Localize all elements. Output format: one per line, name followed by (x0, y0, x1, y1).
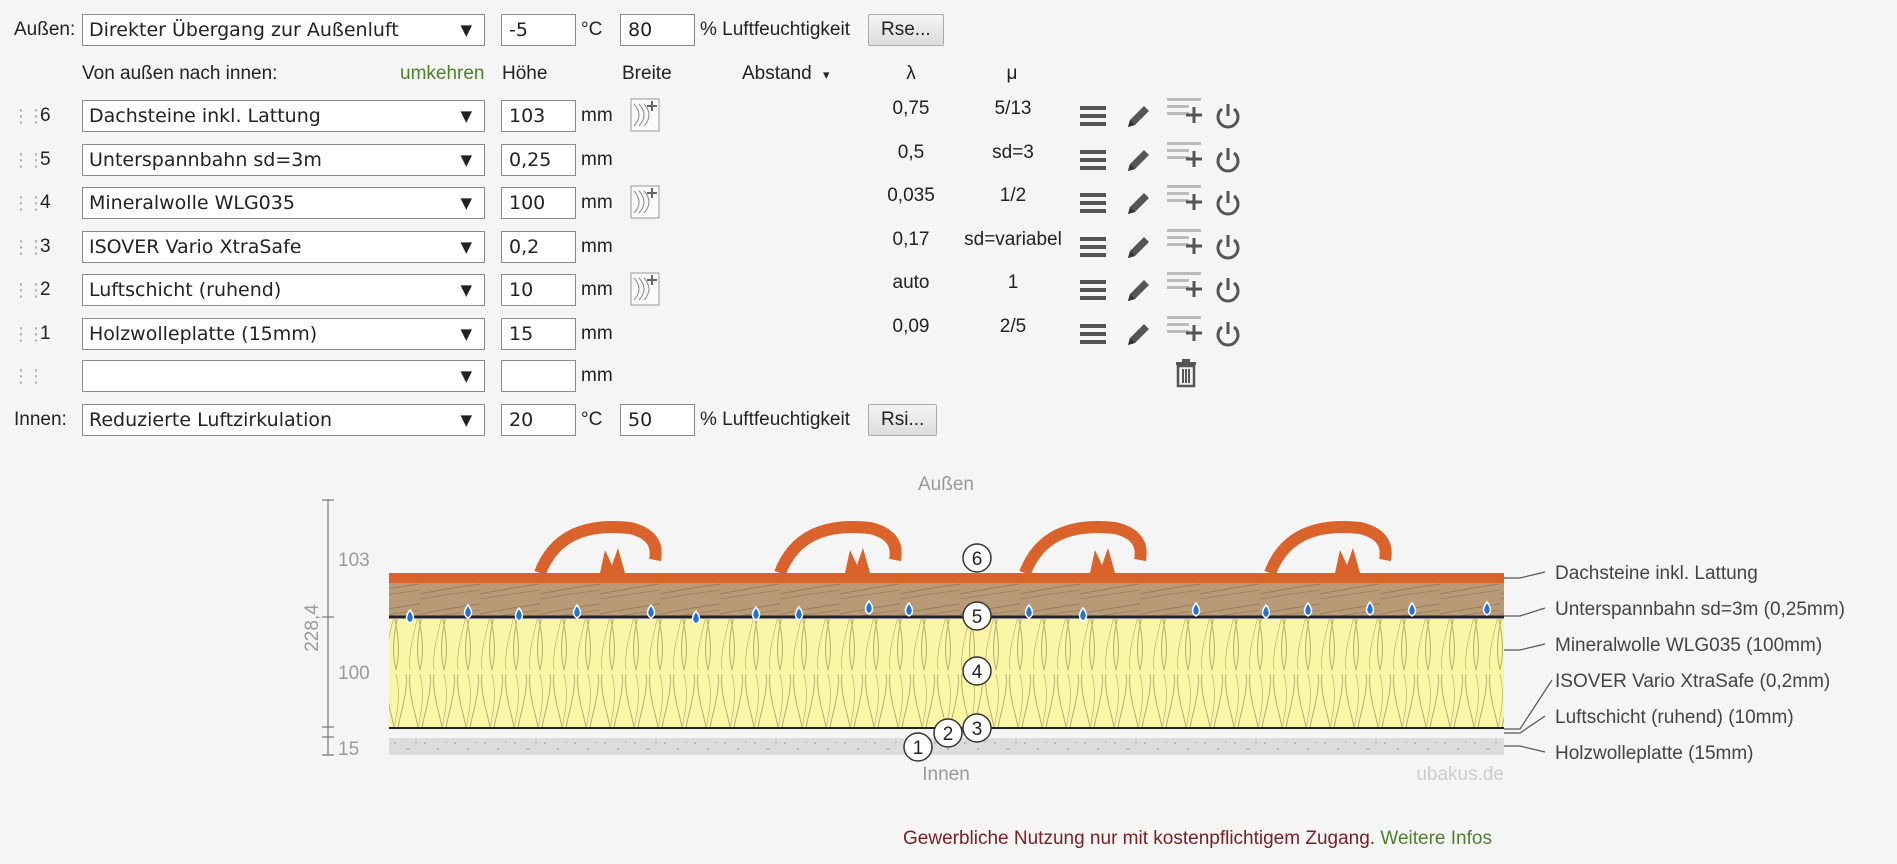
dim-103-label: 103 (338, 550, 370, 571)
diagram-top-label: Außen (918, 474, 974, 495)
callout-label: Holzwolleplatte (15mm) (1555, 743, 1754, 764)
dimension-lines (322, 499, 334, 756)
insulation-layer (389, 619, 1504, 729)
callout-label: Unterspannbahn sd=3m (0,25mm) (1555, 599, 1845, 620)
watermark-label: ubakus.de (1416, 764, 1504, 785)
footer-notice: Gewerbliche Nutzung nur mit kostenpflich… (903, 827, 1492, 851)
layer-marker-number: 2 (943, 724, 954, 745)
layer-marker: 4 (962, 656, 992, 686)
more-info-link[interactable]: Weitere Infos (1380, 828, 1492, 849)
layer-marker: 2 (933, 718, 963, 748)
roof-section-diagram: Außen 103 100 15 228,4 6 5 4 321 Dachsteine… (302, 474, 1845, 785)
commercial-use-notice: Gewerbliche Nutzung nur mit kostenpflich… (903, 828, 1376, 849)
dim-total-label: 228,4 (302, 604, 323, 652)
layer-marker-number: 6 (972, 549, 983, 570)
callout-label: ISOVER Vario XtraSafe (0,2mm) (1555, 671, 1830, 692)
callout-leaders (1504, 571, 1553, 753)
layer-marker: 5 (962, 601, 992, 631)
layer-marker-number: 4 (972, 662, 983, 683)
dim-15-label: 15 (338, 739, 359, 760)
callout-label: Mineralwolle WLG035 (100mm) (1555, 635, 1822, 656)
diagram-bottom-label: Innen (922, 764, 970, 785)
callout-label: Dachsteine inkl. Lattung (1555, 563, 1758, 584)
layer-marker-number: 5 (972, 607, 983, 628)
dim-100-label: 100 (338, 663, 370, 684)
callout-label: Luftschicht (ruhend) (10mm) (1555, 707, 1794, 728)
callout-labels: Dachsteine inkl. Lattung Unterspannbahn s… (1555, 563, 1845, 764)
layer-marker: 3 (962, 713, 992, 743)
battens-layer (389, 583, 1504, 616)
layer-marker: 6 (962, 543, 992, 573)
layer-marker: 1 (903, 732, 933, 762)
roof-tiles-layer (389, 521, 1504, 583)
layer-marker-number: 3 (972, 719, 983, 740)
layer-marker-number: 1 (913, 738, 924, 759)
